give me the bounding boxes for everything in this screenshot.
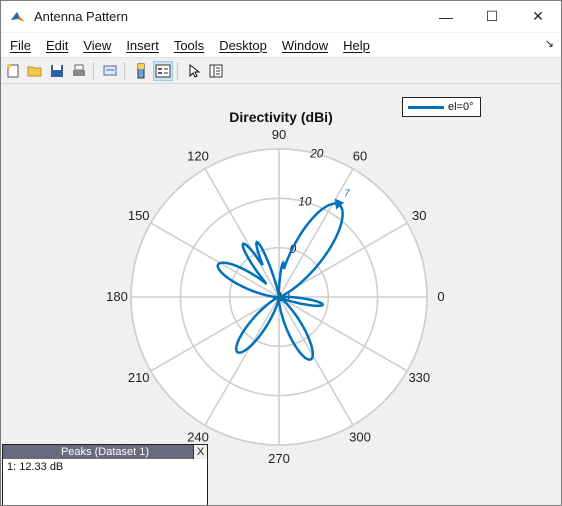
angle-tick-label: 240 [187, 429, 209, 444]
peaks-entry: 1: 12.33 dB [7, 461, 64, 473]
peaks-close-button[interactable]: X [193, 445, 207, 459]
angle-tick-label: 300 [349, 429, 371, 444]
radial-tick-label: 10 [298, 194, 312, 208]
peak-marker-label: 7 [344, 189, 350, 200]
angle-tick-label: 210 [128, 370, 150, 385]
peaks-table[interactable]: Peaks (Dataset 1) X 1: 12.33 dB [2, 444, 208, 505]
peaks-title: Peaks (Dataset 1) [60, 446, 150, 458]
antenna-pattern-window: Antenna Pattern — ☐ ✕ File Edit View Ins… [0, 0, 562, 506]
angle-tick-label: 0 [437, 289, 444, 304]
peaks-header: Peaks (Dataset 1) X [3, 445, 207, 459]
plot-title: Directivity (dBi) [229, 109, 333, 125]
radial-tick-label: 20 [309, 146, 324, 160]
angle-tick-label: 270 [268, 451, 290, 466]
angle-tick-label: 120 [187, 149, 209, 164]
legend-line-swatch [408, 105, 444, 109]
legend[interactable]: el=0° [402, 97, 481, 117]
angle-tick-label: 30 [412, 208, 426, 223]
angle-tick-label: 180 [106, 289, 128, 304]
angle-tick-label: 150 [128, 208, 150, 223]
angle-tick-label: 90 [272, 127, 286, 142]
angle-tick-label: 330 [408, 370, 430, 385]
legend-entry: el=0° [448, 101, 474, 113]
angle-tick-label: 60 [353, 149, 367, 164]
polar-plot[interactable]: 0306090120150180210240270300330-10010207 [1, 1, 561, 505]
